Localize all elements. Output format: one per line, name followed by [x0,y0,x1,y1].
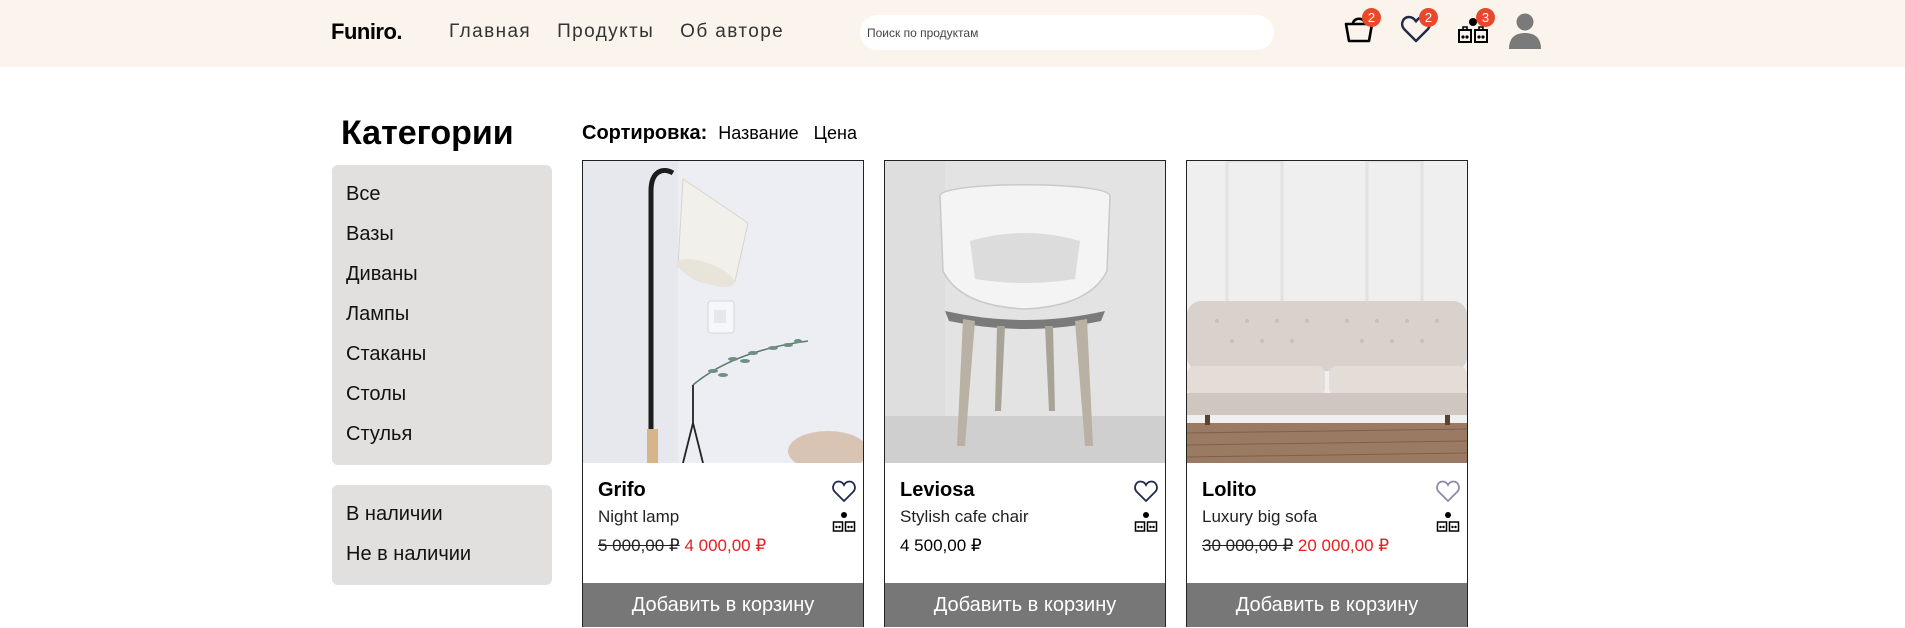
nav-home-link[interactable]: Главная [449,21,531,43]
profile-button[interactable] [1508,12,1544,49]
compare-scale-icon[interactable] [1436,511,1460,533]
product-image-sofa[interactable] [1187,161,1467,463]
old-price: 5 000,00 ₽ [598,536,680,555]
filter-out-of-stock[interactable]: Не в наличии [332,542,552,582]
floor-lamp-photo [583,161,863,463]
compare-button[interactable]: 3 [1456,8,1495,48]
heart-icon[interactable] [831,479,857,503]
product-card: Leviosa Stylish cafe chair 4 500,00 ₽ До… [884,160,1166,627]
product-card: Lolito Luxury big sofa 30 000,00 ₽ 20 00… [1186,160,1468,627]
old-price: 30 000,00 ₽ [1202,536,1294,555]
categories-title: Категории [341,114,514,152]
sort-by-price[interactable]: Цена [814,123,857,144]
product-name: Lolito [1202,479,1257,501]
product-description: Luxury big sofa [1202,507,1318,526]
compare-scale-icon[interactable] [832,511,856,533]
chair-photo [885,161,1165,463]
sale-price: 20 000,00 ₽ [1297,536,1390,555]
category-glasses[interactable]: Стаканы [332,342,552,382]
user-avatar-icon [1509,13,1541,49]
sofa-photo [1187,161,1467,463]
category-tables[interactable]: Столы [332,382,552,422]
filter-in-stock[interactable]: В наличии [332,502,552,542]
sale-price: 4 000,00 ₽ [684,536,767,555]
category-sofas[interactable]: Диваны [332,262,552,302]
favorites-button[interactable]: 2 [1399,8,1438,48]
product-price: 30 000,00 ₽ 20 000,00 ₽ [1202,536,1389,556]
category-all[interactable]: Все [332,182,552,222]
search-input[interactable] [860,15,1274,50]
compare-count-badge: 3 [1476,8,1495,27]
sort-bar: Сортировка: Название Цена [582,122,872,145]
sort-by-name[interactable]: Название [718,123,798,144]
category-lamps[interactable]: Лампы [332,302,552,342]
cart-count-badge: 2 [1362,8,1381,27]
product-card: Grifo Night lamp 5 000,00 ₽ 4 000,00 ₽ Д… [582,160,864,627]
main-nav: Главная Продукты Об авторе [449,21,784,43]
product-name: Grifo [598,479,646,501]
product-image-lamp[interactable] [583,161,863,463]
product-image-chair[interactable] [885,161,1165,463]
heart-icon[interactable] [1435,479,1461,503]
cart-button[interactable]: 2 [1342,8,1381,48]
sort-label: Сортировка: [582,122,708,144]
favorites-count-badge: 2 [1419,8,1438,27]
nav-products-link[interactable]: Продукты [557,21,654,43]
add-to-cart-button[interactable]: Добавить в корзину [583,583,863,627]
logo[interactable]: Funiro. [331,19,403,45]
product-price: 5 000,00 ₽ 4 000,00 ₽ [598,536,766,556]
product-name: Leviosa [900,479,975,501]
heart-icon[interactable] [1133,479,1159,503]
header: Funiro. Главная Продукты Об авторе 2 2 3 [0,0,1905,67]
category-list: Все Вазы Диваны Лампы Стаканы Столы Стул… [332,165,552,465]
regular-price: 4 500,00 ₽ [900,536,982,555]
product-description: Stylish cafe chair [900,507,1029,526]
product-description: Night lamp [598,507,680,526]
category-chairs[interactable]: Стулья [332,422,552,462]
nav-about-link[interactable]: Об авторе [680,21,784,43]
category-vases[interactable]: Вазы [332,222,552,262]
add-to-cart-button[interactable]: Добавить в корзину [885,583,1165,627]
availability-filter: В наличии Не в наличии [332,485,552,585]
add-to-cart-button[interactable]: Добавить в корзину [1187,583,1467,627]
compare-scale-icon[interactable] [1134,511,1158,533]
product-price: 4 500,00 ₽ [900,536,982,556]
